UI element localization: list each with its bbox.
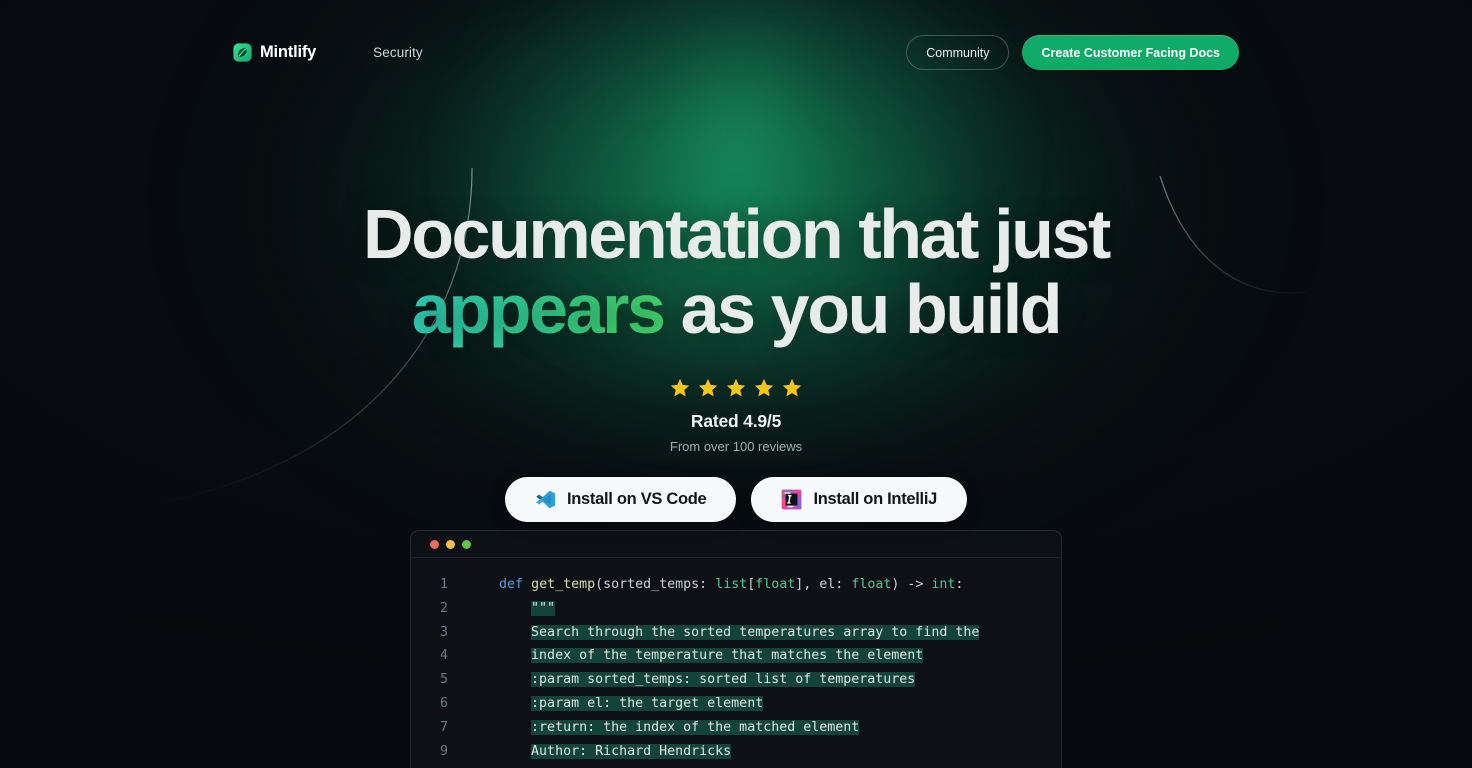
headline-line-2: appears as you build — [363, 269, 1109, 348]
code-token: def — [499, 577, 532, 592]
top-navigation-bar: Mintlify Security Community Create Custo… — [0, 0, 1472, 105]
code-editor-content[interactable]: 1 def get_temp(sorted_temps: list[float]… — [411, 558, 1061, 763]
star-icon — [782, 378, 802, 397]
code-line: 5 :param sorted_temps: sorted list of te… — [411, 668, 1061, 692]
star-icon — [670, 378, 690, 397]
code-line: 3 Search through the sorted temperatures… — [411, 621, 1061, 645]
reviews-count: From over 100 reviews — [669, 438, 803, 454]
create-customer-facing-docs-button[interactable]: Create Customer Facing Docs — [1022, 35, 1239, 70]
code-line-number: 3 — [439, 624, 448, 640]
install-intellij-label: Install on IntelliJ — [813, 489, 938, 508]
community-button[interactable]: Community — [906, 35, 1010, 70]
code-line-number: 2 — [439, 600, 448, 616]
code-docstring-text: :return: the index of the matched elemen… — [531, 719, 860, 735]
code-line: 9 Author: Richard Hendricks — [411, 740, 1061, 764]
code-editor-window: 1 def get_temp(sorted_temps: list[float]… — [410, 530, 1062, 768]
code-token: get_temp — [531, 577, 596, 592]
code-docstring-text: :param el: the target element — [531, 695, 764, 711]
mintlify-leaf-icon — [233, 43, 252, 62]
headline-accent-word: appears — [411, 269, 666, 348]
code-window-titlebar — [411, 531, 1061, 558]
close-red-traffic-light[interactable] — [430, 539, 439, 549]
code-line-text: Author: Richard Hendricks — [467, 740, 1061, 764]
code-line: 1 def get_temp(sorted_temps: list[float]… — [411, 573, 1061, 597]
code-line: 4 index of the temperature that matches … — [411, 644, 1061, 668]
brand-logo[interactable]: Mintlify — [233, 43, 316, 62]
code-docstring-text: index of the temperature that matches th… — [531, 648, 924, 664]
star-icon — [754, 378, 774, 397]
code-line-text: def get_temp(sorted_temps: list[float], … — [467, 573, 1061, 597]
headline-line-1: Documentation that just — [363, 195, 1111, 273]
intellij-icon — [782, 489, 802, 510]
code-line-text: Search through the sorted temperatures a… — [467, 621, 1061, 645]
code-line-text: """ — [467, 597, 1061, 621]
code-token: : — [955, 577, 964, 592]
code-token: float — [851, 577, 892, 592]
hero-cta-row: Install on VS Code Install on IntelliJ — [504, 476, 968, 522]
code-line-number: 4 — [439, 648, 448, 664]
page-title: Documentation that just appears as you b… — [363, 195, 1111, 348]
rating-stars — [669, 377, 803, 399]
code-docstring-text: Author: Richard Hendricks — [531, 743, 732, 759]
code-line-number: 5 — [439, 672, 448, 688]
code-token: ], el: — [795, 577, 852, 592]
vscode-icon — [536, 490, 556, 508]
code-token: float — [755, 577, 796, 592]
maximize-green-traffic-light[interactable] — [462, 539, 471, 549]
nav-right-group: Community Create Customer Facing Docs — [906, 35, 1239, 70]
code-token: ) -> — [891, 577, 932, 592]
code-docstring-text: Search through the sorted temperatures a… — [531, 624, 980, 640]
code-line-text: :return: the index of the matched elemen… — [467, 716, 1061, 740]
code-token: (sorted_temps: — [595, 577, 716, 592]
code-line: 7 :return: the index of the matched elem… — [411, 716, 1061, 740]
brand-name: Mintlify — [260, 43, 317, 61]
code-docstring-text: :param sorted_temps: sorted list of temp… — [531, 672, 916, 688]
install-on-intellij-button[interactable]: Install on IntelliJ — [751, 476, 968, 522]
star-icon — [698, 378, 718, 397]
rating-value: Rated 4.9/5 — [690, 410, 782, 431]
star-icon — [726, 378, 746, 397]
code-line-text: :param sorted_temps: sorted list of temp… — [467, 668, 1061, 692]
code-line: 6 :param el: the target element — [411, 692, 1061, 716]
code-docstring-text: """ — [531, 600, 556, 616]
code-line-text: index of the temperature that matches th… — [467, 644, 1061, 668]
code-line-number: 9 — [439, 743, 448, 759]
headline-line-2-rest: as you build — [663, 269, 1063, 348]
code-line: 2 """ — [411, 597, 1061, 621]
code-line-number: 7 — [439, 719, 448, 735]
code-token: list — [715, 577, 748, 592]
nav-left-group: Mintlify Security — [233, 43, 423, 62]
install-on-vscode-button[interactable]: Install on VS Code — [504, 476, 737, 522]
install-vscode-label: Install on VS Code — [566, 489, 707, 508]
code-line-number: 1 — [439, 577, 448, 592]
nav-link-security[interactable]: Security — [373, 45, 423, 60]
code-token: int — [931, 577, 956, 592]
code-line-number: 6 — [439, 695, 448, 711]
code-line-text: :param el: the target element — [467, 692, 1061, 716]
minimize-yellow-traffic-light[interactable] — [446, 539, 455, 549]
